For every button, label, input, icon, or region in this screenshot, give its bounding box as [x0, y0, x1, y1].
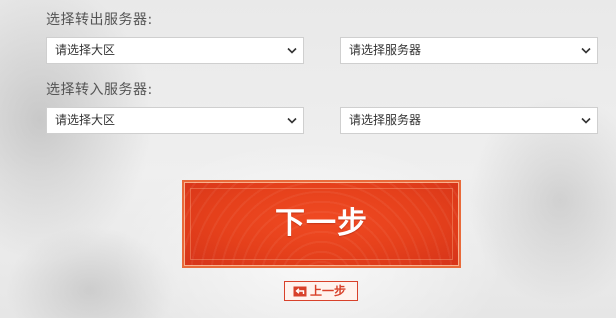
transfer-out-server-value: 请选择服务器: [349, 43, 422, 57]
back-label: 上一步: [310, 284, 347, 298]
chevron-down-icon: [287, 47, 297, 54]
chevron-down-icon: [581, 117, 591, 124]
next-step-button[interactable]: 下一步: [182, 180, 461, 268]
transfer-in-region-value: 请选择大区: [55, 113, 116, 127]
transfer-out-server-select[interactable]: 请选择服务器: [340, 37, 598, 64]
chevron-down-icon: [287, 117, 297, 124]
next-step-label: 下一步: [275, 206, 368, 241]
transfer-in-server-value: 请选择服务器: [349, 113, 422, 127]
transfer-out-region-value: 请选择大区: [55, 43, 116, 57]
chevron-down-icon: [581, 47, 591, 54]
transfer-in-region-select[interactable]: 请选择大区: [46, 107, 304, 134]
transfer-out-label: 选择转出服务器:: [46, 12, 153, 28]
back-button[interactable]: 上一步: [284, 281, 358, 301]
transfer-out-region-select[interactable]: 请选择大区: [46, 37, 304, 64]
back-arrow-icon: [293, 286, 307, 297]
transfer-in-server-select[interactable]: 请选择服务器: [340, 107, 598, 134]
transfer-in-label: 选择转入服务器:: [46, 82, 153, 98]
